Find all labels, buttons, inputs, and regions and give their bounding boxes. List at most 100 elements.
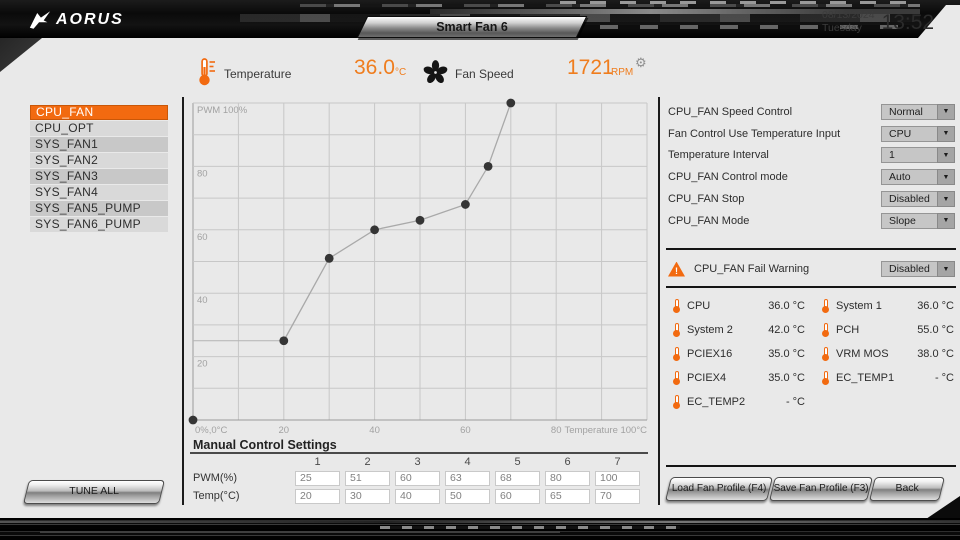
thermometer-mini-icon: [821, 347, 830, 361]
temp-reading-label: PCIEX16: [687, 348, 762, 360]
manual-temp-row: Temp(°C): [193, 488, 653, 504]
setting-dropdown[interactable]: Disabled▼: [881, 191, 955, 207]
chevron-down-icon[interactable]: ▼: [937, 147, 955, 163]
pwm-input[interactable]: [295, 471, 340, 486]
temp-input[interactable]: [295, 489, 340, 504]
pwm-input[interactable]: [395, 471, 440, 486]
fan-list-item[interactable]: CPU_OPT: [30, 121, 168, 136]
temp-reading-value: 42.0 °C: [768, 324, 805, 336]
setting-dropdown[interactable]: Auto▼: [881, 169, 955, 185]
chart-label: 80: [197, 168, 208, 179]
temp-reading-label: CPU: [687, 300, 762, 312]
pwm-row-label: PWM(%): [193, 472, 295, 484]
thermometer-mini-icon: [821, 299, 830, 313]
temperature-label: Temperature: [224, 67, 291, 81]
thermometer-mini-icon: [672, 347, 681, 361]
setting-dropdown[interactable]: CPU▼: [881, 126, 955, 142]
manual-control-underline: [190, 452, 648, 454]
header-texture: [560, 1, 920, 4]
save-profile-button[interactable]: Save Fan Profile (F3): [769, 477, 873, 501]
chart-label: 0%,0°C: [195, 425, 227, 436]
date-text: 08/13/2024: [822, 9, 875, 22]
setting-label: Temperature Interval: [668, 149, 769, 161]
panel-divider-3: [666, 465, 956, 467]
chart-label: 40: [369, 425, 380, 436]
page-title: Smart Fan 6: [363, 17, 581, 37]
temp-input[interactable]: [595, 489, 640, 504]
setting-dropdown[interactable]: Slope▼: [881, 213, 955, 229]
tune-all-button[interactable]: TUNE ALL: [23, 480, 165, 504]
temp-reading-item: PCIEX16 35.0 °C: [672, 342, 805, 366]
temp-reading-item: EC_TEMP2- °C: [672, 390, 805, 414]
fan-curve-point[interactable]: [461, 200, 470, 209]
thermometer-mini-icon: [672, 299, 681, 313]
fan-speed-unit: RPM: [611, 67, 633, 78]
manual-col-headers: 1234567: [295, 456, 640, 468]
setting-dropdown[interactable]: Normal▼: [881, 104, 955, 120]
pwm-input[interactable]: [445, 471, 490, 486]
fan-list-item[interactable]: SYS_FAN6_PUMP: [30, 217, 168, 232]
chart-label: Temperature 100°C: [565, 425, 648, 436]
fan-curve-point[interactable]: [279, 336, 288, 345]
fan-speed-value: 1721: [567, 56, 614, 80]
temp-reading-item: EC_TEMP1- °C: [821, 366, 954, 390]
fan-list-item[interactable]: CPU_FAN: [30, 105, 168, 120]
fan-list-item[interactable]: SYS_FAN5_PUMP: [30, 201, 168, 216]
fan-icon: [422, 59, 449, 86]
point-column-header: 5: [495, 456, 540, 468]
temp-reading-label: System 1: [836, 300, 911, 312]
fan-list-item[interactable]: SYS_FAN1: [30, 137, 168, 152]
chart-label: PWM 100%: [197, 105, 248, 116]
fan-curve-point[interactable]: [506, 99, 515, 108]
fan-curve-point[interactable]: [370, 225, 379, 234]
temp-reading-item: CPU36.0 °C: [672, 294, 805, 318]
fan-list-item[interactable]: SYS_FAN4: [30, 185, 168, 200]
temp-reading-value: 35.0 °C: [768, 348, 805, 360]
chevron-down-icon[interactable]: ▼: [937, 213, 955, 229]
setting-row: CPU_FAN StopDisabled▼: [668, 188, 955, 210]
chevron-down-icon[interactable]: ▼: [937, 104, 955, 120]
thermometer-mini-icon: [672, 323, 681, 337]
setting-dropdown-value: Normal: [881, 104, 937, 120]
temp-reading-item: System 136.0 °C: [821, 294, 954, 318]
pwm-input[interactable]: [595, 471, 640, 486]
temp-input[interactable]: [445, 489, 490, 504]
load-profile-button[interactable]: Load Fan Profile (F4): [665, 477, 773, 501]
fail-warning-dropdown[interactable]: Disabled ▼: [881, 261, 955, 277]
temp-input[interactable]: [495, 489, 540, 504]
chart-label: 20: [197, 359, 208, 370]
temp-input[interactable]: [345, 489, 390, 504]
fan-list-item[interactable]: SYS_FAN3: [30, 169, 168, 184]
setting-dropdown-value: Auto: [881, 169, 937, 185]
chart-label: 20: [279, 425, 290, 436]
setting-dropdown[interactable]: 1▼: [881, 147, 955, 163]
fail-warning-row: ! CPU_FAN Fail Warning Disabled ▼: [668, 254, 955, 284]
temp-reading-label: VRM MOS: [836, 348, 911, 360]
fan-curve-point[interactable]: [484, 162, 493, 171]
chevron-down-icon[interactable]: ▼: [937, 169, 955, 185]
pwm-input[interactable]: [545, 471, 590, 486]
panel-divider-2: [666, 286, 956, 288]
thermometer-icon: [197, 57, 219, 86]
fan-curve-point[interactable]: [416, 216, 425, 225]
setting-row: CPU_FAN Control mode Auto▼: [668, 166, 955, 188]
chevron-down-icon[interactable]: ▼: [937, 126, 955, 142]
setting-label: CPU_FAN Control mode: [668, 171, 788, 183]
fan-curve-chart[interactable]: PWM 100%80604020204060800%,0°CTemperatur…: [186, 97, 656, 441]
back-button[interactable]: Back: [869, 477, 945, 501]
fan-curve-point[interactable]: [325, 254, 334, 263]
fan-settings-gear-icon[interactable]: ⚙: [635, 55, 647, 71]
temp-reading-label: PCIEX4: [687, 372, 762, 384]
chevron-down-icon[interactable]: ▼: [937, 261, 955, 277]
smart-fan-screen: AORUS Smart Fan 6 08/13/2024 Tuesday 13:…: [0, 0, 960, 540]
temp-input[interactable]: [395, 489, 440, 504]
warning-icon: !: [668, 262, 685, 277]
pwm-input[interactable]: [495, 471, 540, 486]
temp-input[interactable]: [545, 489, 590, 504]
thermometer-mini-icon: [672, 371, 681, 385]
fan-curve-point[interactable]: [189, 416, 198, 425]
pwm-input[interactable]: [345, 471, 390, 486]
fan-list-item[interactable]: SYS_FAN2: [30, 153, 168, 168]
manual-control-title: Manual Control Settings: [193, 438, 337, 452]
chevron-down-icon[interactable]: ▼: [937, 191, 955, 207]
